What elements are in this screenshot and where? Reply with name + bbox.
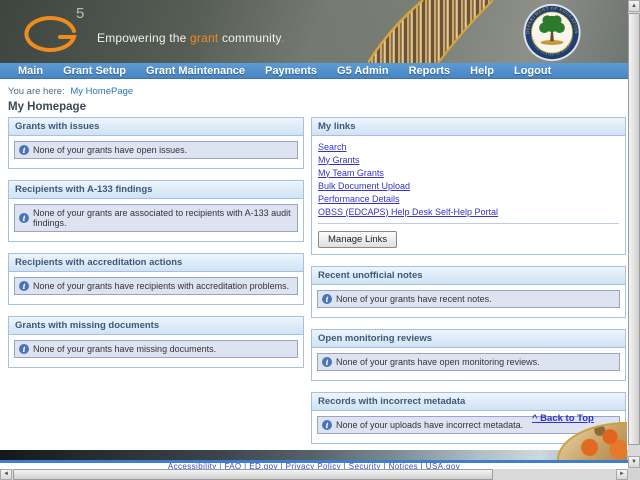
panel-header: Grants with missing documents [9,317,303,335]
department-of-education-seal: DEPARTMENT OF EDUCATION UNITED STATES OF… [523,3,581,62]
info-message: i None of your grants are associated to … [14,204,298,232]
vertical-scrollbar[interactable]: ▲ ▼ [628,0,640,469]
scroll-left-arrow-icon[interactable]: ◄ [0,469,12,480]
content-columns: Grants with issues i None of your grants… [8,117,626,455]
panel-body: i None of your grants have recipients wi… [9,272,303,304]
logo-superscript-5: 5 [76,5,84,22]
panel-body: i None of your grants have recent notes. [312,285,625,317]
info-icon: i [19,213,29,223]
info-message: i None of your grants have open issues. [14,141,298,159]
right-column: My links Search My Grants My Team Grants… [311,117,626,455]
panel-body: i None of your grants have missing docum… [9,335,303,367]
g-letter-shape [24,16,77,52]
panel-header: Grants with issues [9,118,303,136]
tagline: Empowering the grant community. [97,31,284,45]
panel-recipients-a133-findings: Recipients with A-133 findings i None of… [8,180,304,242]
breadcrumb-my-homepage-link[interactable]: My HomePage [70,86,133,97]
page-viewport: 5 Empowering the grant community. DEPART… [0,0,640,480]
panel-header: Open monitoring reviews [312,330,625,348]
panel-header: Recent unofficial notes [312,267,625,285]
panel-header: Recipients with accreditation actions [9,254,303,272]
info-icon: i [19,145,29,155]
nav-item-payments[interactable]: Payments [265,65,317,77]
seal-tree-canopy [539,15,565,33]
info-icon: i [322,357,332,367]
breadcrumb: You are here: My HomePage [8,86,133,97]
nav-item-g5-admin[interactable]: G5 Admin [337,65,389,77]
page-title: My Homepage [8,101,86,113]
nav-item-logout[interactable]: Logout [514,65,551,77]
manage-links-row: Manage Links [312,224,625,254]
g5-logo: 5 [24,5,84,52]
back-to-top-link[interactable]: ^ Back to Top [532,413,594,424]
horizontal-scrollbar-thumb[interactable] [13,469,493,480]
info-text: None of your uploads have incorrect meta… [336,420,524,430]
bookshelf-wedge [368,0,493,63]
nav-item-grant-maintenance[interactable]: Grant Maintenance [146,65,245,77]
scroll-up-arrow-icon[interactable]: ▲ [628,0,640,12]
tagline-post: community [218,31,281,45]
horizontal-scrollbar[interactable]: ◄ ► [0,469,628,480]
info-message: i None of your grants have open monitori… [317,353,620,371]
info-text: None of your grants have open issues. [33,145,188,155]
nav-item-help[interactable]: Help [470,65,494,77]
info-icon: i [322,294,332,304]
nav-item-main[interactable]: Main [18,65,43,77]
link-my-grants[interactable]: My Grants [318,153,619,166]
link-obss-help-desk-portal[interactable]: OBSS (EDCAPS) Help Desk Self-Help Portal [318,205,619,218]
scroll-down-arrow-icon[interactable]: ▼ [628,456,640,468]
link-search[interactable]: Search [318,140,619,153]
info-icon: i [19,281,29,291]
main-nav: Main Grant Setup Grant Maintenance Payme… [0,63,628,79]
panel-recent-unofficial-notes: Recent unofficial notes i None of your g… [311,266,626,318]
info-icon: i [19,344,29,354]
panel-grants-missing-documents: Grants with missing documents i None of … [8,316,304,368]
tagline-period: . [280,31,285,45]
left-column: Grants with issues i None of your grants… [8,117,304,379]
info-message: i None of your grants have recipients wi… [14,277,298,295]
panel-recipients-accreditation-actions: Recipients with accreditation actions i … [8,253,304,305]
info-text: None of your grants are associated to re… [33,208,291,228]
my-links-list: Search My Grants My Team Grants Bulk Doc… [312,136,625,224]
breadcrumb-prefix: You are here: [8,86,65,97]
scroll-right-arrow-icon[interactable]: ► [616,469,628,480]
info-text: None of your grants have recipients with… [33,281,290,291]
info-text: None of your grants have recent notes. [336,294,492,304]
panel-body: i None of your grants have open monitori… [312,348,625,380]
link-my-team-grants[interactable]: My Team Grants [318,166,619,179]
nav-item-reports[interactable]: Reports [409,65,451,77]
header-banner: 5 Empowering the grant community. DEPART… [0,0,628,63]
panel-header: My links [312,118,625,136]
panel-header: Records with incorrect metadata [312,393,625,411]
info-icon: i [322,420,332,430]
manage-links-button[interactable]: Manage Links [318,231,398,248]
panel-body: i None of your grants have open issues. [9,136,303,168]
link-bulk-document-upload[interactable]: Bulk Document Upload [318,179,619,192]
info-message: i None of your grants have recent notes. [317,290,620,308]
info-message: i None of your grants have missing docum… [14,340,298,358]
panel-open-monitoring-reviews: Open monitoring reviews i None of your g… [311,329,626,381]
panel-header: Recipients with A-133 findings [9,181,303,199]
tagline-pre: Empowering the [97,31,191,45]
footer-metal-band [0,450,628,460]
panel-my-links: My links Search My Grants My Team Grants… [311,117,626,255]
bookshelf-photo [368,0,494,63]
panel-body: i None of your grants are associated to … [9,199,303,241]
info-text: None of your grants have open monitoring… [336,357,540,367]
link-performance-details[interactable]: Performance Details [318,192,619,205]
vertical-scrollbar-thumb[interactable] [628,13,640,445]
info-text: None of your grants have missing documen… [33,344,217,354]
tagline-grant: grant [190,31,219,45]
panel-grants-with-issues: Grants with issues i None of your grants… [8,117,304,169]
scrollbar-corner [628,469,640,480]
nav-item-grant-setup[interactable]: Grant Setup [63,65,126,77]
